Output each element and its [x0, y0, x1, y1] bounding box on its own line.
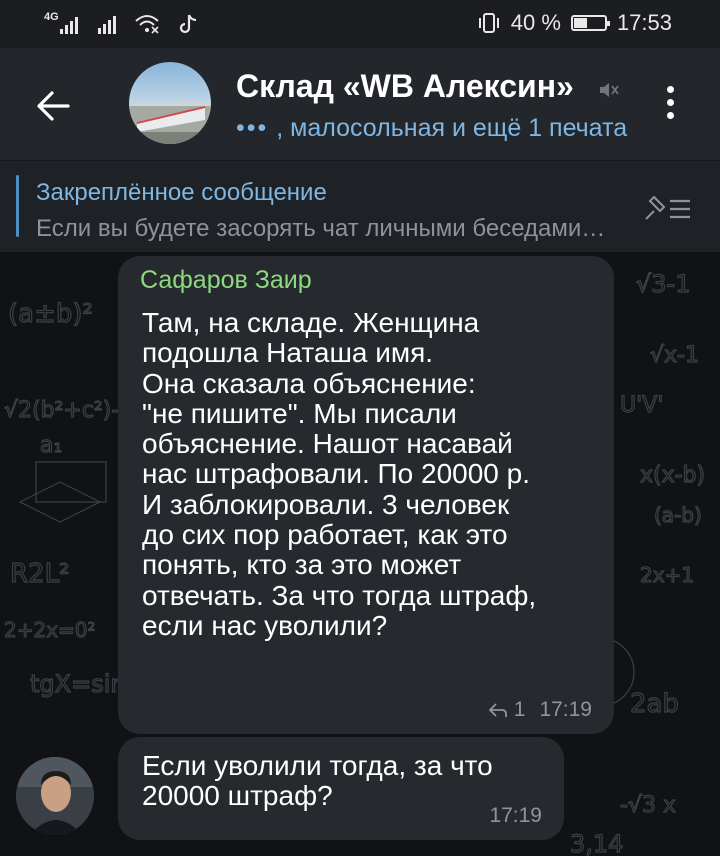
more-menu-button[interactable] [660, 86, 680, 130]
pinned-title: Закреплённое сообщение [36, 179, 327, 206]
more-vertical-icon [660, 86, 680, 119]
mute-icon [600, 83, 619, 97]
reply-count[interactable]: 1 [514, 698, 526, 722]
back-button[interactable] [32, 84, 76, 128]
svg-text:√x-1: √x-1 [650, 343, 699, 368]
wifi-off-icon [135, 15, 159, 34]
svg-text:R2L²: R2L² [10, 559, 70, 589]
svg-text:2ab: 2ab [630, 689, 679, 719]
message-time: 17:19 [539, 698, 592, 721]
vibrate-icon [478, 13, 499, 33]
battery-icon [570, 15, 610, 31]
svg-text:x(x-b): x(x-b) [640, 463, 705, 488]
message-sender[interactable]: Сафаров Заир [140, 266, 312, 295]
chat-header: Склад «WB Алексин» •••, малосольная и ещ… [0, 48, 720, 160]
svg-text:(a±b)²: (a±b)² [8, 299, 93, 329]
message-bubble[interactable]: Сафаров Заир Там, на складе. Женщина под… [118, 256, 614, 734]
person-photo [16, 757, 94, 835]
chat-subtitle: •••, малосольная и ещё 1 печатает [236, 114, 628, 143]
pin-list-icon [645, 195, 690, 220]
typing-status: , малосольная и ещё 1 печатает [276, 114, 628, 142]
tiktok-icon [179, 14, 197, 34]
svg-text:2+2x=0²: 2+2x=0² [4, 618, 96, 642]
chat-avatar[interactable] [129, 62, 211, 144]
svg-text:U'V': U'V' [620, 393, 663, 418]
message-bubble[interactable]: Если уволили тогда, за что 20000 штраф? … [118, 737, 564, 840]
svg-text:a₁: a₁ [40, 433, 62, 458]
pinned-list-button[interactable] [640, 191, 696, 225]
battery-percent: 40 % [510, 10, 561, 35]
message-meta: 17:19 [489, 804, 542, 828]
pinned-text: Если вы будете засорять чат личными бесе… [36, 215, 606, 242]
pinned-indicator [16, 175, 19, 237]
chat-title[interactable]: Склад «WB Алексин» [236, 68, 606, 105]
back-arrow-icon [37, 91, 70, 121]
cellular-signal-icon [98, 14, 116, 34]
message-meta: 1 17:19 [488, 698, 592, 722]
typing-dots-icon: ••• [236, 114, 269, 142]
svg-text:2x+1: 2x+1 [640, 563, 694, 587]
cellular-4g-signal-icon: 4G [44, 12, 80, 36]
clock: 17:53 [616, 10, 672, 35]
chat-area[interactable]: (a±b)² √2(b²+c²)-a² a₁ R2L² 2+2x=0² tgX=… [0, 252, 720, 856]
warehouse-photo [129, 106, 211, 144]
message-time: 17:19 [489, 804, 542, 827]
message-text: Там, на складе. Женщина подошла Наташа и… [142, 307, 537, 641]
message-text: Если уволили тогда, за что 20000 штраф? [142, 750, 493, 812]
svg-text:(a-b): (a-b) [654, 503, 702, 527]
reply-icon [488, 703, 507, 717]
svg-text:√3-1: √3-1 [636, 270, 691, 298]
svg-text:-√3 x: -√3 x [620, 793, 676, 818]
pinned-message-bar[interactable]: Закреплённое сообщение Если вы будете за… [0, 160, 720, 253]
status-bar: 4G 40 % 17:53 [0, 0, 720, 48]
sender-avatar[interactable] [16, 757, 94, 835]
svg-text:3,14: 3,14 [570, 830, 623, 856]
